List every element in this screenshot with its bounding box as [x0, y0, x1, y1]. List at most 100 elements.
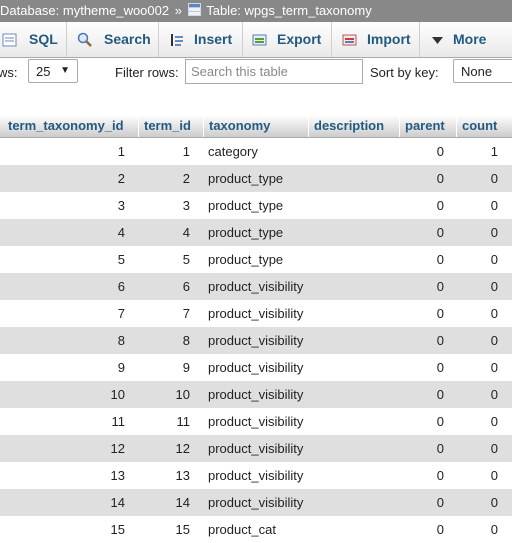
cell-parent: 0: [436, 198, 444, 213]
table-row[interactable]: 13 13 product_visibility 0 0: [0, 462, 512, 489]
cell-term-id: 12: [175, 441, 190, 456]
cell-term-taxonomy-id: 3: [117, 198, 125, 213]
table-row[interactable]: 8 8 product_visibility 0 0: [0, 327, 512, 354]
cell-description: [313, 246, 399, 273]
export-icon: [252, 34, 267, 46]
cell-description: [313, 273, 399, 300]
table-header: term_taxonomy_id term_id taxonomy descri…: [0, 115, 512, 138]
rows-label: ws:: [0, 65, 18, 80]
table-toolbar: ws: 25 ▼ Filter rows: Sort by key: None: [0, 57, 512, 87]
cell-term-id: 9: [182, 360, 190, 375]
tab-more-label: More: [453, 31, 487, 47]
table-row[interactable]: 12 12 product_visibility 0 0: [0, 435, 512, 462]
cell-count: 0: [490, 468, 498, 483]
column-header-term-taxonomy-id[interactable]: term_taxonomy_id: [0, 115, 138, 137]
cell-term-taxonomy-id: 13: [110, 468, 125, 483]
cell-count: 0: [490, 495, 498, 510]
cell-term-id: 1: [182, 144, 190, 159]
cell-taxonomy: product_visibility: [208, 414, 304, 429]
cell-term-taxonomy-id: 6: [117, 279, 125, 294]
sort-key-select[interactable]: None: [453, 59, 512, 83]
cell-count: 0: [490, 171, 498, 186]
cell-taxonomy: product_cat: [208, 522, 276, 537]
tab-export[interactable]: Export: [243, 22, 332, 57]
cell-parent: 0: [436, 387, 444, 402]
tab-more[interactable]: More: [420, 22, 512, 57]
cell-count: 0: [490, 252, 498, 267]
table-body: 1 1 category 0 1 2 2 product_type 0 0 3 3 product_ty…: [0, 138, 512, 543]
breadcrumb-table[interactable]: Table: wpgs_term_taxonomy: [206, 0, 371, 22]
table-row[interactable]: 15 15 product_cat 0 0: [0, 516, 512, 543]
rows-per-page-select[interactable]: 25 ▼: [28, 59, 78, 83]
cell-taxonomy: product_visibility: [208, 468, 304, 483]
cell-term-taxonomy-id: 1: [117, 144, 125, 159]
cell-term-id: 11: [176, 414, 191, 429]
tab-sql[interactable]: SQL: [0, 22, 67, 57]
breadcrumb-separator: »: [174, 3, 182, 18]
cell-term-id: 13: [175, 468, 190, 483]
cell-count: 0: [490, 360, 498, 375]
table-row[interactable]: 14 14 product_visibility 0 0: [0, 489, 512, 516]
table-row[interactable]: 9 9 product_visibility 0 0: [0, 354, 512, 381]
table-row[interactable]: 11 11 product_visibility 0 0: [0, 408, 512, 435]
breadcrumb-database[interactable]: Database: mytheme_woo002: [0, 0, 169, 22]
tab-bar: SQL Search Insert Export Import More: [0, 22, 512, 58]
sort-key-value: None: [461, 64, 493, 79]
cell-term-id: 6: [182, 279, 190, 294]
table-row[interactable]: 5 5 product_type 0 0: [0, 246, 512, 273]
tab-insert[interactable]: Insert: [159, 22, 243, 57]
cell-parent: 0: [436, 279, 444, 294]
table-row[interactable]: 3 3 product_type 0 0: [0, 192, 512, 219]
column-header-count[interactable]: count: [456, 115, 512, 137]
cell-parent: 0: [436, 468, 444, 483]
cell-taxonomy: category: [208, 144, 258, 159]
cell-term-taxonomy-id: 7: [117, 306, 125, 321]
column-header-term-id[interactable]: term_id: [138, 115, 203, 137]
cell-count: 0: [490, 279, 498, 294]
cell-count: 0: [490, 414, 498, 429]
table-row[interactable]: 6 6 product_visibility 0 0: [0, 273, 512, 300]
cell-description: [313, 489, 399, 516]
results-table: term_taxonomy_id term_id taxonomy descri…: [0, 115, 512, 543]
cell-parent: 0: [436, 360, 444, 375]
cell-term-taxonomy-id: 11: [111, 414, 126, 429]
cell-description: [313, 462, 399, 489]
cell-taxonomy: product_type: [208, 171, 284, 186]
column-header-parent[interactable]: parent: [399, 115, 456, 137]
sort-label: Sort by key:: [370, 65, 439, 80]
cell-term-id: 4: [182, 225, 190, 240]
cell-term-id: 15: [175, 522, 190, 537]
cell-description: [313, 354, 399, 381]
cell-taxonomy: product_visibility: [208, 306, 304, 321]
cell-term-id: 14: [175, 495, 190, 510]
cell-term-taxonomy-id: 2: [117, 171, 125, 186]
cell-parent: 0: [436, 306, 444, 321]
cell-description: [313, 381, 399, 408]
cell-count: 0: [490, 522, 498, 537]
insert-icon: [171, 34, 183, 46]
tab-search[interactable]: Search: [67, 22, 159, 57]
table-row[interactable]: 2 2 product_type 0 0: [0, 165, 512, 192]
cell-count: 0: [490, 333, 498, 348]
import-icon: [342, 34, 357, 46]
cell-description: [313, 408, 399, 435]
table-row[interactable]: 10 10 product_visibility 0 0: [0, 381, 512, 408]
filter-rows-input[interactable]: [185, 59, 363, 84]
cell-taxonomy: product_visibility: [208, 360, 304, 375]
cell-count: 0: [490, 306, 498, 321]
cell-term-taxonomy-id: 4: [117, 225, 125, 240]
tab-import[interactable]: Import: [332, 22, 420, 57]
table-row[interactable]: 4 4 product_type 0 0: [0, 219, 512, 246]
tab-sql-label: SQL: [29, 31, 58, 47]
table-row[interactable]: 7 7 product_visibility 0 0: [0, 300, 512, 327]
chevron-down-icon: [432, 37, 443, 44]
cell-term-taxonomy-id: 9: [117, 360, 125, 375]
cell-parent: 0: [436, 522, 444, 537]
cell-count: 0: [490, 198, 498, 213]
cell-taxonomy: product_type: [208, 252, 284, 267]
table-row[interactable]: 1 1 category 0 1: [0, 138, 512, 165]
column-header-description[interactable]: description: [308, 115, 399, 137]
column-header-taxonomy[interactable]: taxonomy: [203, 115, 308, 137]
cell-term-id: 3: [182, 198, 190, 213]
cell-taxonomy: product_type: [208, 225, 284, 240]
